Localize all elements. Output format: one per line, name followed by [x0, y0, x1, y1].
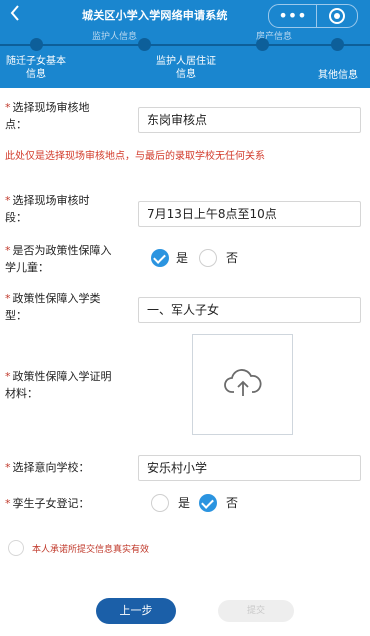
step-progress-track: [0, 44, 370, 46]
required-mark: *: [5, 497, 11, 510]
step-item-other-info: 其他信息: [308, 69, 368, 82]
required-mark: *: [5, 194, 11, 207]
app-header: 城关区小学入学网络申请系统 ••• 监护人信息 房产信息 随迁子女基本 信息 监…: [0, 0, 370, 88]
step-dot: [256, 38, 269, 51]
school-label: * 选择意向学校：: [5, 461, 90, 474]
policy-type-label: * 政策性保障入学类 型：: [5, 292, 101, 322]
second-child-no-radio[interactable]: [199, 494, 217, 512]
school-select[interactable]: 安乐村小学: [138, 455, 361, 481]
time-select[interactable]: 7月13日上午8点至10点: [138, 201, 361, 227]
step-dot: [331, 38, 344, 51]
policy-type-select[interactable]: 一、军人子女: [138, 297, 361, 323]
proof-upload-box[interactable]: [192, 334, 293, 435]
policy-yes-radio[interactable]: [151, 249, 169, 267]
time-label: * 选择现场审核时 段：: [5, 194, 90, 224]
step-item-child-info: 随迁子女基本 信息: [0, 55, 72, 81]
required-mark: *: [5, 292, 11, 305]
step-item-guardian-residence: 监护人居住证 信息: [146, 55, 226, 81]
proof-label: * 政策性保障入学证明 材料：: [5, 370, 112, 400]
mini-program-capsule: •••: [268, 4, 358, 28]
page-title: 城关区小学入学网络申请系统: [82, 9, 228, 22]
step-label-line: 随迁子女基本: [6, 56, 66, 67]
step-dot: [30, 38, 43, 51]
policy-label: * 是否为政策性保障入 学儿童：: [5, 244, 112, 274]
second-child-label: * 孪生子女登记：: [5, 497, 90, 510]
step-label-line: 其他信息: [318, 70, 358, 81]
step-faded-label: 监护人信息: [92, 32, 138, 42]
second-child-no-label: 否: [226, 496, 239, 510]
second-child-yes-label: 是: [178, 496, 191, 510]
cloud-upload-icon: [223, 368, 263, 402]
second-child-yes-radio[interactable]: [151, 494, 169, 512]
chevron-left-icon[interactable]: [10, 4, 20, 24]
policy-yes-label: 是: [176, 251, 189, 265]
required-mark: *: [5, 101, 11, 114]
step-label-line: 监护人居住证: [156, 56, 216, 67]
site-label: * 选择现场审核地 点：: [5, 101, 90, 131]
step-dot: [138, 38, 151, 51]
required-mark: *: [5, 244, 11, 257]
previous-step-button[interactable]: 上一步: [96, 598, 176, 624]
required-mark: *: [5, 461, 11, 474]
site-select[interactable]: 东岗审核点: [138, 107, 361, 133]
policy-no-radio[interactable]: [199, 249, 217, 267]
site-note: 此处仅是选择现场审核地点，与最后的录取学校无任何关系: [5, 151, 265, 162]
step-label-line: 信息: [176, 69, 196, 80]
required-mark: *: [5, 370, 11, 383]
pledge-text: 本人承诺所提交信息真实有效: [32, 545, 150, 555]
close-circle-icon[interactable]: [317, 5, 357, 27]
step-label-line: 信息: [26, 69, 46, 80]
submit-button[interactable]: 提交: [218, 600, 294, 622]
pledge-checkbox[interactable]: [8, 540, 24, 556]
more-dots-icon[interactable]: •••: [269, 5, 317, 27]
policy-no-label: 否: [226, 251, 239, 265]
